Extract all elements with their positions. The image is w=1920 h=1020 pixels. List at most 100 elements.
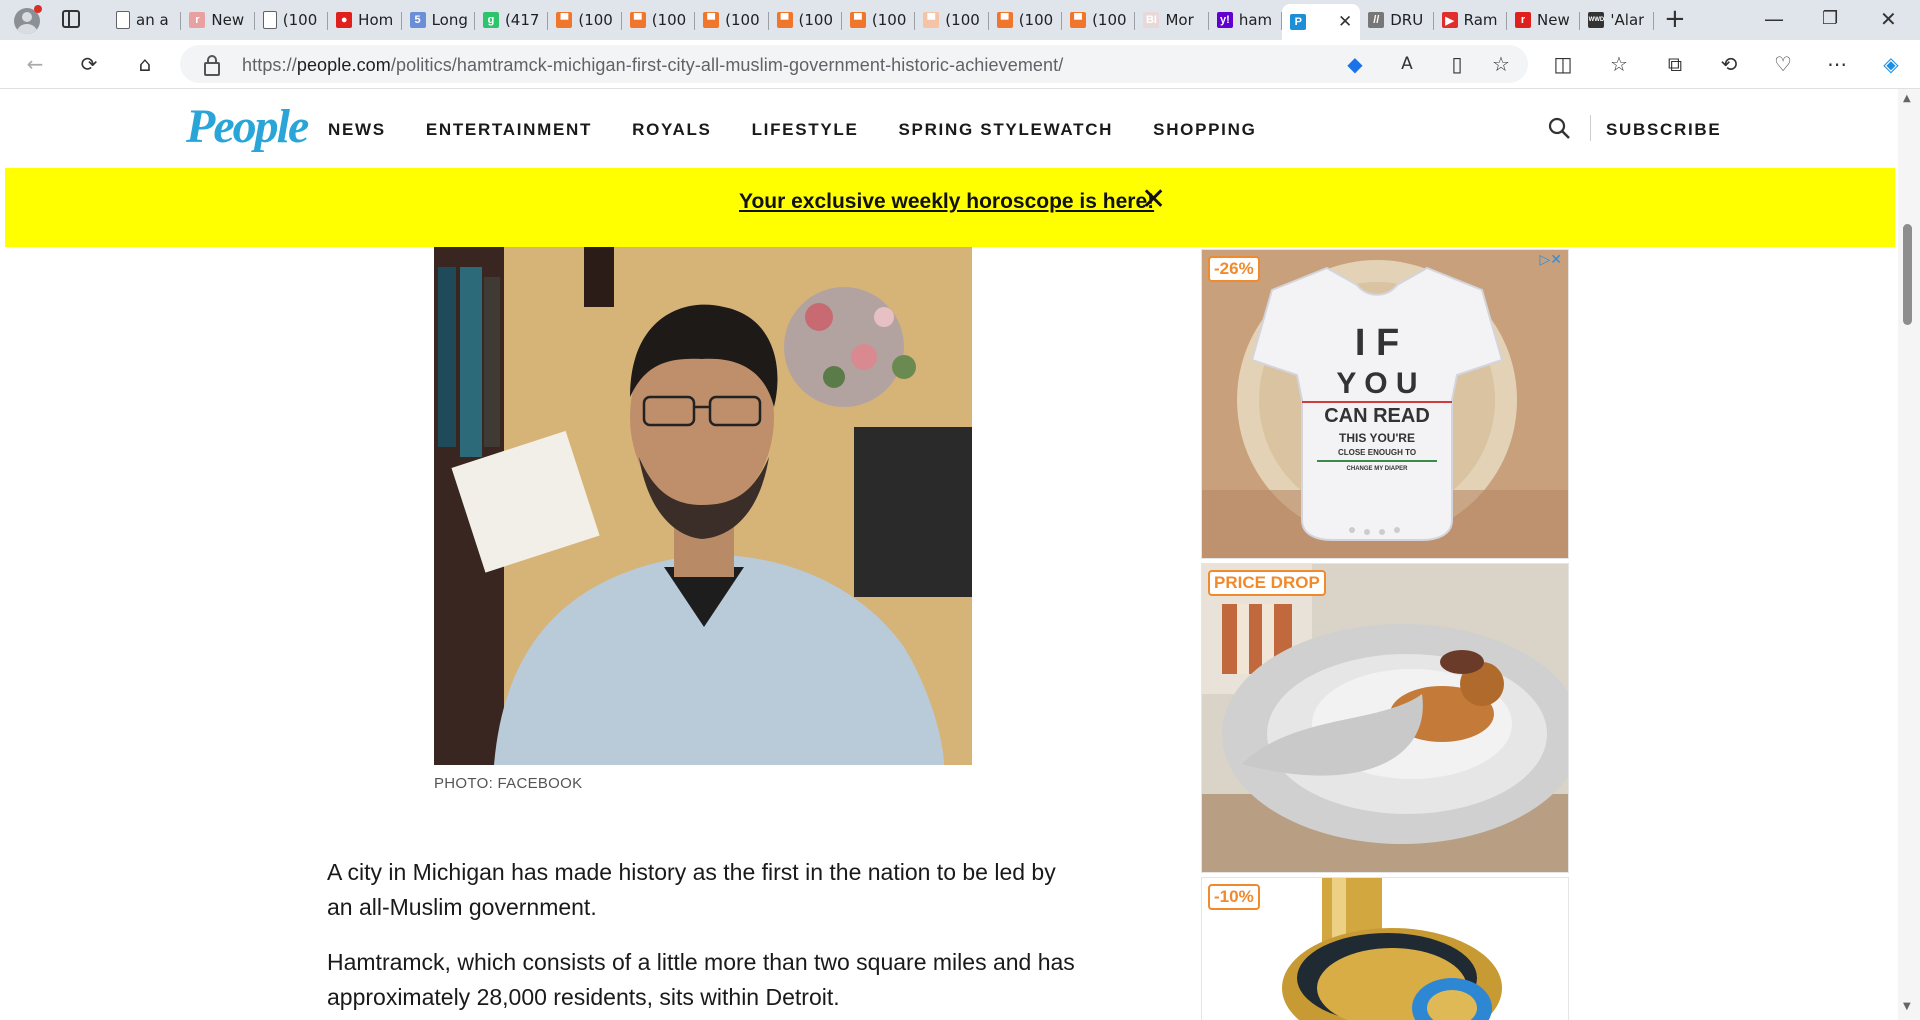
browser-tab[interactable]: ▀ (100 bbox=[769, 4, 842, 36]
onesie-text-line: CHANGE MY DIAPER bbox=[1347, 466, 1409, 472]
favorites-icon[interactable]: ☆ bbox=[1604, 49, 1634, 79]
browser-tab[interactable]: ▀ (100 bbox=[622, 4, 696, 36]
nav-link-spring-stylewatch[interactable]: SPRING STYLEWATCH bbox=[899, 120, 1114, 140]
article-photo bbox=[434, 247, 972, 765]
browser-tab[interactable]: ▀ (100 bbox=[915, 4, 989, 36]
horoscope-link[interactable]: Your exclusive weekly horoscope is here! bbox=[739, 190, 1154, 214]
lock-icon bbox=[204, 55, 220, 76]
scroll-thumb[interactable] bbox=[1903, 224, 1912, 325]
youtube-icon: ▶ bbox=[1441, 12, 1458, 28]
bookmark-icon: ▀ bbox=[849, 12, 866, 28]
bookmark-icon: ▀ bbox=[629, 12, 646, 28]
search-icon[interactable] bbox=[1548, 117, 1570, 139]
nav-link-royals[interactable]: ROYALS bbox=[632, 120, 711, 140]
tab-title: New bbox=[211, 11, 245, 29]
ad-faucet-valve[interactable]: -10% bbox=[1201, 877, 1569, 1020]
browser-tab[interactable]: ▀ (100 bbox=[548, 4, 622, 36]
price-drop-badge: PRICE DROP bbox=[1208, 570, 1326, 596]
browser-tab[interactable]: 5 Long bbox=[402, 4, 475, 36]
bookmark-icon: ▀ bbox=[776, 12, 793, 28]
adchoices-icon[interactable]: ▷✕ bbox=[1540, 252, 1563, 268]
article-paragraph: A city in Michigan has made history as t… bbox=[327, 859, 1056, 920]
tab-title: (100 bbox=[871, 11, 907, 29]
ad-dog-bed[interactable]: PRICE DROP bbox=[1201, 563, 1569, 873]
nav-divider bbox=[1590, 115, 1591, 141]
collections-icon[interactable]: ⧉ bbox=[1660, 49, 1690, 79]
performance-icon[interactable]: ♡ bbox=[1768, 49, 1798, 79]
yahoo-icon: y! bbox=[1216, 12, 1233, 28]
url-text[interactable]: https://people.com/politics/hamtramck-mi… bbox=[242, 55, 1063, 76]
wwd-icon: WWD bbox=[1588, 12, 1605, 28]
history-icon[interactable]: ⟲ bbox=[1714, 49, 1744, 79]
tab-title: (100 bbox=[945, 11, 980, 29]
nav-link-entertainment[interactable]: ENTERTAINMENT bbox=[426, 120, 592, 140]
banner-close-icon[interactable]: ✕ bbox=[1141, 185, 1166, 215]
browser-tab[interactable]: ▀ (100 bbox=[1062, 4, 1136, 36]
immersive-reader-icon[interactable]: ▯ bbox=[1442, 49, 1472, 79]
shopping-tag-icon[interactable]: ◆ bbox=[1340, 49, 1370, 79]
browser-tab[interactable]: BI Mor bbox=[1135, 4, 1209, 36]
address-bar[interactable]: https://people.com/politics/hamtramck-mi… bbox=[180, 45, 1528, 83]
browser-tab[interactable]: ▀ (100 bbox=[842, 4, 916, 36]
nav-link-shopping[interactable]: SHOPPING bbox=[1153, 120, 1256, 140]
page-scrollbar[interactable]: ▲ ▼ bbox=[1898, 89, 1920, 1020]
tab-title: DRU bbox=[1390, 11, 1424, 29]
browser-tab[interactable]: r New bbox=[1507, 4, 1581, 36]
people-logo[interactable]: People bbox=[186, 99, 309, 154]
favorite-star-icon[interactable]: ☆ bbox=[1486, 49, 1516, 79]
home-icon[interactable]: ⌂ bbox=[130, 49, 160, 79]
browser-tab[interactable]: r New bbox=[181, 4, 255, 36]
subscribe-link[interactable]: SUBSCRIBE bbox=[1606, 120, 1721, 140]
onesie-text-line: Y O U bbox=[1336, 367, 1417, 400]
browser-tab[interactable]: ▀ (100 bbox=[989, 4, 1063, 36]
minimize-icon[interactable]: — bbox=[1764, 4, 1784, 34]
browser-tab[interactable]: (100 bbox=[255, 4, 329, 36]
read-aloud-icon[interactable]: A bbox=[1392, 49, 1422, 79]
browser-tab[interactable]: WWD 'Alar bbox=[1580, 4, 1654, 36]
bookmark-icon: ▀ bbox=[923, 12, 940, 28]
restore-icon[interactable]: ❐ bbox=[1822, 4, 1838, 34]
article-paragraph: Hamtramck, which consists of a little mo… bbox=[327, 949, 1075, 1010]
browser-toolbar: ← ⟳ ⌂ https://people.com/politics/hamtra… bbox=[0, 40, 1920, 89]
bookmark-icon: ▀ bbox=[1070, 12, 1087, 28]
bi-icon: BI bbox=[1143, 12, 1160, 28]
close-window-icon[interactable]: ✕ bbox=[1880, 4, 1897, 34]
more-options-icon[interactable]: ⋯ bbox=[1822, 49, 1852, 79]
browser-tab[interactable]: P ✕ bbox=[1282, 4, 1361, 40]
tab-title: Long bbox=[431, 11, 468, 29]
tab-title: (100 bbox=[1092, 11, 1127, 29]
onesie-text-line: CLOSE ENOUGH TO bbox=[1338, 448, 1416, 457]
browser-tab[interactable]: y! ham bbox=[1209, 4, 1283, 36]
back-icon[interactable]: ← bbox=[20, 49, 50, 79]
copilot-icon[interactable]: ◈ bbox=[1876, 49, 1906, 79]
five-icon: 5 bbox=[409, 12, 426, 28]
browser-tab[interactable]: ▀ (100 bbox=[695, 4, 769, 36]
scroll-up-icon[interactable]: ▲ bbox=[1903, 93, 1911, 104]
g-icon: g bbox=[482, 12, 499, 28]
tab-title: an a bbox=[136, 11, 169, 29]
tab-title: ham bbox=[1238, 11, 1273, 29]
tab-title: New bbox=[1537, 11, 1570, 29]
browser-tab[interactable]: g (417 bbox=[475, 4, 549, 36]
page-icon bbox=[116, 11, 130, 29]
bookmark-icon: ▀ bbox=[996, 12, 1013, 28]
browser-tab[interactable]: ● Hom bbox=[328, 4, 402, 36]
scroll-down-icon[interactable]: ▼ bbox=[1903, 1001, 1911, 1012]
tab-title: (100 bbox=[798, 11, 833, 29]
nav-link-lifestyle[interactable]: LIFESTYLE bbox=[752, 120, 859, 140]
browser-tab[interactable]: ▶ Ram bbox=[1434, 4, 1508, 36]
browser-tab[interactable]: // DRU bbox=[1360, 4, 1434, 36]
discount-badge: -26% bbox=[1208, 256, 1260, 282]
nav-link-news[interactable]: NEWS bbox=[328, 120, 386, 140]
ad-onesie[interactable]: -26% ▷✕ I F Y O U CAN READ THIS YOU'RE C… bbox=[1201, 249, 1569, 559]
split-screen-icon[interactable]: ◫ bbox=[1548, 49, 1578, 79]
r-icon: r bbox=[1515, 12, 1532, 28]
browser-tab[interactable]: an a bbox=[108, 4, 182, 36]
horoscope-banner: Your exclusive weekly horoscope is here!… bbox=[5, 168, 1895, 247]
refresh-icon[interactable]: ⟳ bbox=[74, 49, 104, 79]
tab-actions-icon[interactable] bbox=[62, 10, 80, 28]
new-tab-button[interactable]: + bbox=[1664, 6, 1686, 32]
tab-close-icon[interactable]: ✕ bbox=[1338, 12, 1352, 32]
r-icon: r bbox=[189, 12, 206, 28]
tab-title: (100 bbox=[725, 11, 760, 29]
